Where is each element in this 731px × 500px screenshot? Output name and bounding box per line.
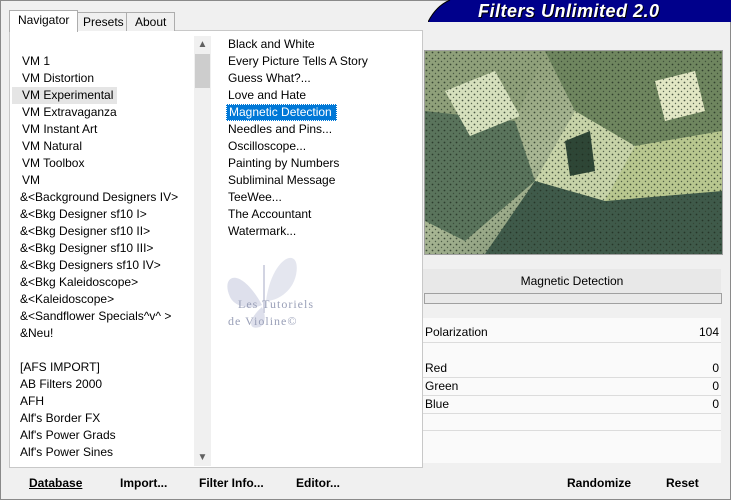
parameter-panel: Polarization 104 Red 0 Green 0 Blue 0 [423, 318, 721, 463]
filter-item-selected[interactable]: Magnetic Detection [216, 104, 416, 121]
category-scrollbar[interactable]: ▲ ▼ [194, 36, 211, 466]
category-item[interactable]: &<Bkg Designer sf10 II> [12, 223, 192, 240]
preview-image [425, 51, 722, 254]
parameter-progress-bar [424, 293, 722, 304]
category-item[interactable]: Alf's Power Grads [12, 427, 192, 444]
category-item[interactable]: &<Bkg Designers sf10 IV> [12, 257, 192, 274]
param-divider [423, 413, 721, 414]
editor-button-label: Editor... [296, 476, 341, 490]
filter-item[interactable]: Every Picture Tells A Story [216, 53, 416, 70]
editor-button[interactable]: Editor... [296, 476, 340, 490]
database-button-label: Database [29, 476, 83, 490]
filter-info-button[interactable]: Filter Info... [199, 476, 264, 490]
param-value: 104 [698, 325, 719, 339]
app-title: Filters Unlimited 2.0 [478, 1, 660, 21]
import-button[interactable]: Import... [120, 476, 167, 490]
import-button-label: Import... [120, 476, 168, 490]
param-green[interactable]: Green 0 [423, 378, 721, 395]
tab-presets[interactable]: Presets [74, 12, 133, 31]
watermark-line-1: Les Tutoriels [238, 297, 315, 311]
param-value: 0 [712, 379, 719, 393]
param-label: Green [425, 379, 459, 393]
scroll-thumb[interactable] [195, 54, 210, 88]
param-divider [423, 342, 721, 343]
category-item[interactable] [12, 342, 192, 359]
param-label: Blue [425, 397, 450, 411]
filter-item-label: Magnetic Detection [226, 104, 337, 121]
filter-info-button-label: Filter Info... [199, 476, 264, 490]
category-item-selected[interactable]: VM Experimental [12, 87, 118, 104]
filter-item[interactable]: TeeWee... [216, 189, 416, 206]
reset-button[interactable]: Reset [666, 476, 699, 490]
category-item[interactable]: AB Filters 2000 [12, 376, 192, 393]
filter-item[interactable]: Black and White [216, 36, 416, 53]
tab-about[interactable]: About [126, 12, 176, 31]
category-item[interactable]: Alf's Border FX [12, 410, 192, 427]
param-blue[interactable]: Blue 0 [423, 396, 721, 413]
param-label: Red [425, 361, 448, 375]
filter-list[interactable]: Black and White Every Picture Tells A St… [216, 36, 416, 240]
scroll-up-icon[interactable]: ▲ [194, 36, 211, 53]
param-value: 0 [712, 397, 719, 411]
filter-item[interactable]: Oscilloscope... [216, 138, 416, 155]
filter-item[interactable]: Love and Hate [216, 87, 416, 104]
title-banner: Filters Unlimited 2.0 [428, 0, 731, 22]
category-item[interactable]: VM [12, 172, 192, 189]
param-value: 0 [712, 361, 719, 375]
tab-navigator[interactable]: Navigator [9, 10, 79, 32]
category-item[interactable]: VM Distortion [12, 70, 192, 87]
category-item[interactable]: VM Extravaganza [12, 104, 192, 121]
database-button[interactable]: Database [29, 476, 82, 490]
category-item[interactable]: &Neu! [12, 325, 192, 342]
filter-item[interactable]: Guess What?... [216, 70, 416, 87]
category-item[interactable]: VM Natural [12, 138, 192, 155]
scroll-down-icon[interactable]: ▼ [194, 449, 211, 466]
filter-item[interactable]: The Accountant [216, 206, 416, 223]
filter-item[interactable]: Painting by Numbers [216, 155, 416, 172]
param-label: Polarization [425, 325, 488, 339]
filter-item[interactable]: Needles and Pins... [216, 121, 416, 138]
category-item[interactable]: VM Toolbox [12, 155, 192, 172]
category-item[interactable]: &<Kaleidoscope> [12, 291, 192, 308]
category-item[interactable]: &<Bkg Designer sf10 III> [12, 240, 192, 257]
category-list[interactable]: VM 1 VM Distortion VM Experimental VM Ex… [12, 53, 192, 461]
category-item[interactable]: &<Bkg Designer sf10 I> [12, 206, 192, 223]
param-polarization[interactable]: Polarization 104 [423, 324, 721, 341]
category-item[interactable]: VM 1 [12, 53, 192, 70]
category-item[interactable]: Alf's Power Sines [12, 444, 192, 461]
randomize-button[interactable]: Randomize [567, 476, 631, 490]
category-item[interactable]: [AFS IMPORT] [12, 359, 192, 376]
category-item[interactable]: &<Background Designers IV> [12, 189, 192, 206]
param-red[interactable]: Red 0 [423, 360, 721, 377]
category-item[interactable]: &<Bkg Kaleidoscope> [12, 274, 192, 291]
watermark-line-2: de Violine© [228, 314, 298, 328]
filter-preview [424, 50, 723, 255]
param-divider [423, 430, 721, 431]
category-item[interactable]: AFH [12, 393, 192, 410]
category-item[interactable]: VM Instant Art [12, 121, 192, 138]
category-item[interactable]: &<Sandflower Specials^v^ > [12, 308, 192, 325]
filter-item[interactable]: Subliminal Message [216, 172, 416, 189]
watermark-text: Les Tutoriels de Violine© [216, 296, 314, 330]
button-bar: Database Import... Filter Info... Editor… [0, 468, 731, 500]
filter-name-header: Magnetic Detection [423, 269, 721, 293]
